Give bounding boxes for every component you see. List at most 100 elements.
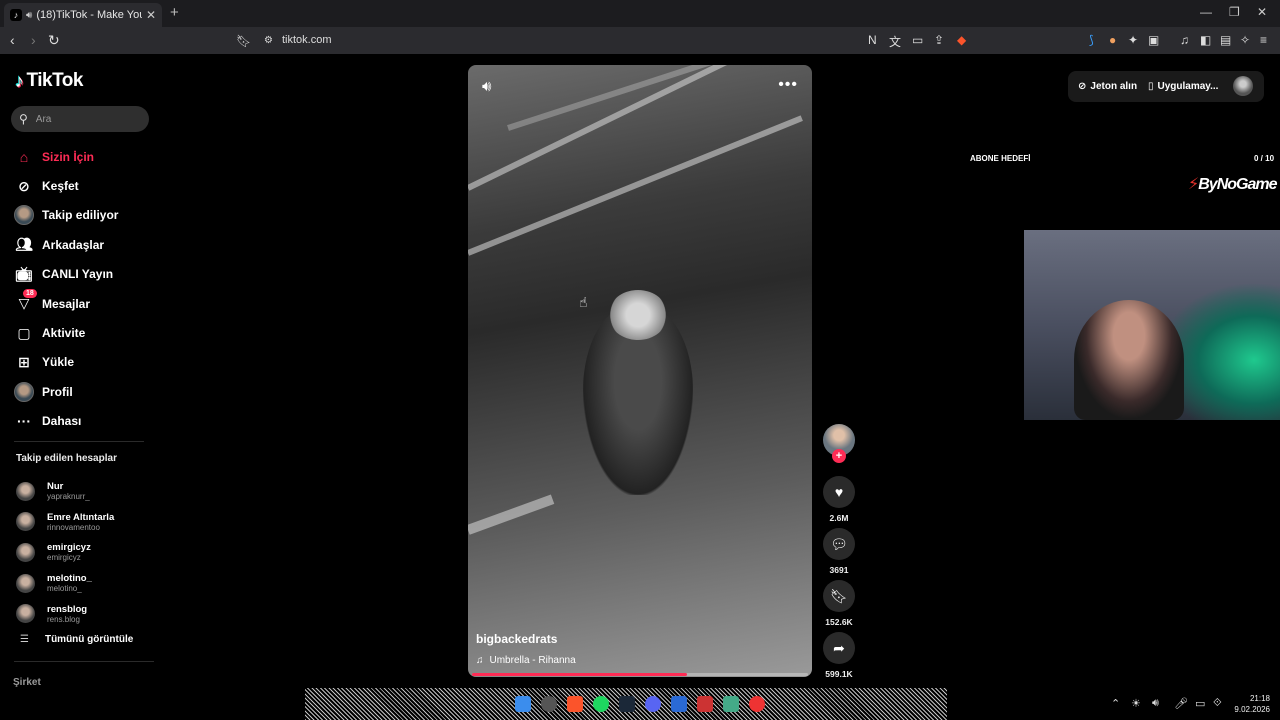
steam-icon[interactable] bbox=[619, 696, 635, 712]
video-music[interactable]: ♫ Umbrella - Rihanna bbox=[476, 655, 576, 666]
share-button[interactable]: ➦ 599.1K bbox=[822, 632, 856, 679]
more-options-icon[interactable]: ••• bbox=[778, 76, 798, 94]
puzzle-icon[interactable]: ✦ bbox=[1128, 33, 1138, 47]
logo-text: TikTok bbox=[26, 70, 84, 91]
company-link[interactable]: Şirket bbox=[13, 677, 41, 688]
nav-label: Aktivite bbox=[42, 326, 86, 341]
app-icon[interactable] bbox=[671, 696, 687, 712]
translate-icon[interactable]: 文 bbox=[889, 33, 901, 50]
cast-icon[interactable]: ▭ bbox=[912, 33, 923, 47]
volume-icon[interactable]: 🔊︎ bbox=[482, 78, 491, 95]
nav-upload[interactable]: ⊞ Yükle bbox=[14, 348, 118, 377]
network-icon[interactable]: ▭ bbox=[1195, 697, 1205, 710]
nav-following[interactable]: Takip ediliyor bbox=[14, 201, 118, 230]
leo-icon[interactable]: ✧ bbox=[1240, 33, 1250, 47]
list-item[interactable]: Nur yapraknurr_ bbox=[16, 476, 114, 507]
back-icon[interactable]: ‹ bbox=[10, 32, 15, 48]
speaker-icon[interactable]: 🔊︎ bbox=[26, 10, 32, 21]
discord-icon[interactable] bbox=[645, 696, 661, 712]
nav-messages[interactable]: ▽ 18 Mesajlar bbox=[14, 288, 118, 318]
menu-icon[interactable]: ≡ bbox=[1260, 33, 1267, 47]
friends-icon: 👥︎ bbox=[15, 236, 33, 253]
browser-tab-bar: ♪ 🔊︎ (18)TikTok - Make Your Day ✕ + — ❐ … bbox=[0, 0, 1280, 27]
user-avatar[interactable] bbox=[1233, 76, 1253, 96]
close-tab-icon[interactable]: ✕ bbox=[146, 8, 156, 22]
nav-friends[interactable]: 👥︎ Arkadaşlar bbox=[14, 230, 118, 259]
microphone-icon[interactable]: 🎤︎ bbox=[1174, 697, 1188, 710]
nav-activity[interactable]: ▢ Aktivite bbox=[14, 318, 118, 347]
nav-label: Sizin İçin bbox=[42, 149, 95, 164]
list-item[interactable]: rensblog rens.blog bbox=[16, 598, 114, 629]
music-title: Umbrella - Rihanna bbox=[489, 655, 576, 666]
phone-icon: ▯ bbox=[1148, 81, 1154, 92]
list-item[interactable]: melotino_ melotino_ bbox=[16, 568, 114, 599]
following-avatar bbox=[14, 205, 34, 226]
browser-tab[interactable]: ♪ 🔊︎ (18)TikTok - Make Your Day ✕ bbox=[4, 3, 162, 27]
account-name: melotino_ bbox=[47, 573, 92, 585]
live-tv-icon: 📺︎ bbox=[15, 265, 33, 282]
close-window-icon[interactable]: ✕ bbox=[1257, 5, 1267, 19]
new-tab-icon[interactable]: + bbox=[170, 4, 179, 21]
like-button[interactable]: ♥ 2.6M bbox=[822, 476, 856, 523]
sidebar-toggle-icon[interactable]: ▣ bbox=[1148, 33, 1159, 47]
tiktok-logo[interactable]: ♪ TikTok bbox=[15, 70, 83, 92]
bookmark-icon[interactable]: 🔖︎ bbox=[236, 34, 251, 48]
app3-icon[interactable] bbox=[723, 696, 739, 712]
creator-avatar[interactable]: + bbox=[823, 424, 855, 463]
avatar bbox=[16, 512, 35, 532]
main-nav: ⌂ Sizin İçin ⊘ Keşfet Takip ediliyor 👥︎ … bbox=[14, 142, 118, 436]
brave-shield-icon[interactable]: ◆ bbox=[957, 33, 966, 47]
nav-label: Arkadaşlar bbox=[42, 237, 105, 252]
system-clock[interactable]: 21:18 9.02.2026 bbox=[1232, 693, 1270, 715]
video-player[interactable]: 🔊︎ ••• bigbackedrats ♫ Umbrella - Rihann… bbox=[468, 65, 812, 677]
search-box[interactable]: ⚲ bbox=[11, 106, 149, 132]
search-input[interactable] bbox=[35, 113, 136, 125]
avatar bbox=[16, 481, 35, 501]
subscriber-goal-label: ABONE HEDEFİ bbox=[970, 154, 1031, 163]
media-icon[interactable]: ♫ bbox=[1180, 33, 1189, 47]
share-page-icon[interactable]: ⇪ bbox=[934, 33, 944, 47]
list-item[interactable]: Emre Altıntarla rinnovamentoo bbox=[16, 507, 114, 538]
panel-icon[interactable]: ◧ bbox=[1200, 33, 1211, 47]
video-progress-bar[interactable] bbox=[472, 673, 808, 676]
comment-button[interactable]: 💬︎ 3691 bbox=[822, 528, 856, 575]
get-app-button[interactable]: ▯ Uygulamay... bbox=[1142, 73, 1226, 100]
notification-icon[interactable]: ⟐ bbox=[1213, 697, 1222, 710]
nav-label: CANLI Yayın bbox=[42, 267, 114, 282]
follow-plus-icon[interactable]: + bbox=[832, 449, 846, 463]
nav-for-you[interactable]: ⌂ Sizin İçin bbox=[14, 142, 118, 171]
nav-live[interactable]: 📺︎ CANLI Yayın bbox=[14, 260, 118, 289]
spotify-icon[interactable] bbox=[593, 696, 609, 712]
list-item[interactable]: emirgicyz emirgicyz bbox=[16, 537, 114, 568]
nav-profile[interactable]: Profil bbox=[14, 377, 118, 406]
get-coins-button[interactable]: ⊘ Jeton alın bbox=[1070, 73, 1146, 100]
app4-icon[interactable] bbox=[749, 696, 765, 712]
tray-chevron-icon[interactable]: ⌃ bbox=[1111, 697, 1120, 710]
minimize-icon[interactable]: — bbox=[1200, 5, 1212, 19]
wallet-icon[interactable]: ⟆ bbox=[1089, 33, 1094, 47]
subscriber-goal-count: 0 / 10 bbox=[1254, 154, 1275, 163]
following-accounts-title: Takip edilen hesaplar bbox=[16, 453, 117, 464]
extension-icon[interactable]: ● bbox=[1109, 33, 1116, 47]
windows-start-icon[interactable] bbox=[515, 696, 531, 712]
reader-icon[interactable]: N bbox=[868, 33, 877, 47]
search-taskbar-icon[interactable] bbox=[541, 696, 557, 712]
home-icon: ⌂ bbox=[19, 148, 29, 165]
restore-icon[interactable]: ❐ bbox=[1229, 5, 1240, 19]
nav-more[interactable]: ··· Dahası bbox=[14, 407, 118, 436]
app2-icon[interactable] bbox=[697, 696, 713, 712]
site-info-icon[interactable]: ⚙ bbox=[264, 35, 273, 46]
see-all-button[interactable]: ☰ Tümünü görüntüle bbox=[20, 634, 133, 645]
forward-icon[interactable]: › bbox=[31, 32, 36, 48]
brightness-icon[interactable]: ☀ bbox=[1131, 697, 1141, 710]
video-author[interactable]: bigbackedrats bbox=[476, 632, 557, 646]
url-field[interactable]: tiktok.com bbox=[282, 34, 332, 46]
messages-badge: 18 bbox=[23, 288, 37, 298]
volume-tray-icon[interactable]: 🔊︎ bbox=[1152, 697, 1159, 710]
brave-icon[interactable] bbox=[567, 696, 583, 712]
nav-explore[interactable]: ⊘ Keşfet bbox=[14, 171, 118, 200]
wallet2-icon[interactable]: ▤ bbox=[1220, 33, 1231, 47]
save-button[interactable]: 🔖︎ 152.6K bbox=[822, 580, 856, 627]
nav-label: Yükle bbox=[42, 355, 75, 370]
reload-icon[interactable]: ↻ bbox=[48, 32, 60, 49]
